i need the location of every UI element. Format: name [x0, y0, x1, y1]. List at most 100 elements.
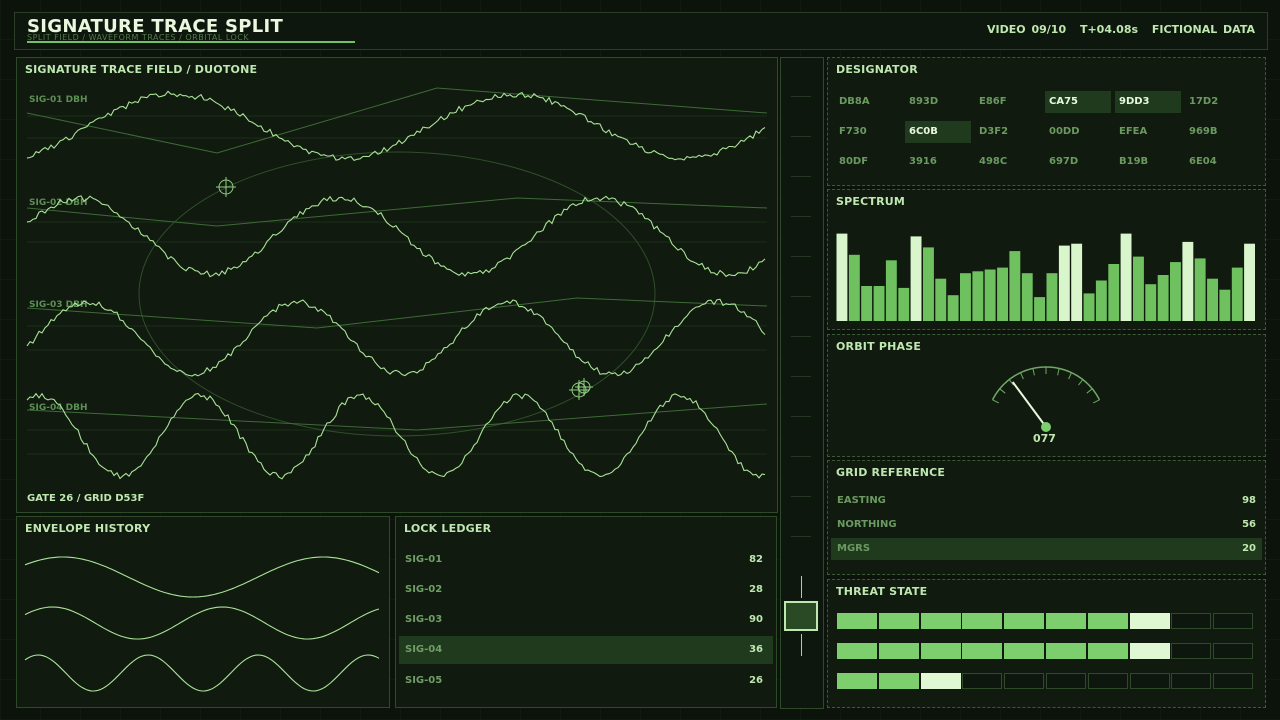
threat-segment — [1087, 673, 1128, 689]
designator-title: DESIGNATOR — [836, 63, 918, 76]
orbit-ellipse — [138, 151, 656, 437]
designator-code[interactable]: E86F — [975, 91, 1041, 113]
time-readout: T+04.08s — [1079, 23, 1139, 36]
designator-code[interactable]: D3F2 — [975, 121, 1041, 143]
ledger-row-sig-03[interactable]: SIG-03 90 — [399, 606, 773, 634]
header-status: VIDEO 09/10 T+04.08s FICTIONAL DATA — [979, 23, 1255, 36]
spectrum-bar — [1095, 280, 1107, 321]
ledger-row-sig-05[interactable]: SIG-05 26 — [399, 667, 773, 695]
rail-tick — [791, 256, 811, 257]
threat-segment — [1213, 613, 1254, 629]
designator-code[interactable]: 17D2 — [1185, 91, 1251, 113]
ledger-row-label: SIG-02 — [405, 584, 443, 595]
threat-segment — [1087, 643, 1128, 659]
spectrum-bar — [1120, 233, 1132, 321]
spectrum-bar — [1244, 243, 1255, 321]
threat-segment — [1129, 673, 1170, 689]
ledger-row-label: SIG-05 — [405, 675, 443, 686]
grid-row-easting[interactable]: EASTING 98 — [831, 490, 1262, 512]
designator-code[interactable]: 9DD3 — [1115, 91, 1181, 113]
designator-code[interactable]: 969B — [1185, 121, 1251, 143]
threat-segment — [962, 673, 1003, 689]
spectrum-panel: SPECTRUM — [827, 189, 1266, 330]
spectrum-bar — [1108, 264, 1120, 321]
lock-ledger-title: LOCK LEDGER — [404, 522, 492, 535]
spectrum-bar — [997, 267, 1008, 321]
threat-segment — [962, 643, 1003, 659]
ledger-row-value: 26 — [749, 675, 763, 686]
spectrum-bar — [1182, 241, 1194, 321]
envelope-history-panel: ENVELOPE HISTORY — [16, 516, 390, 708]
spectrum-bar — [1194, 258, 1206, 321]
spectrum-bar — [1009, 251, 1021, 321]
spectrum-bar — [1046, 273, 1058, 321]
threat-segment — [1046, 643, 1086, 659]
scroll-thumb[interactable] — [784, 601, 818, 631]
spectrum-bar — [1083, 293, 1095, 321]
threat-segment — [920, 613, 961, 629]
grid-row-value: 56 — [1242, 519, 1256, 530]
rail-tick — [791, 96, 811, 97]
grid-row-label: EASTING — [837, 495, 886, 506]
designator-code[interactable]: 3916 — [905, 151, 971, 173]
timeline-scrollbar[interactable] — [780, 57, 824, 709]
spectrum-bar — [1170, 262, 1181, 321]
grid-row-value: 20 — [1242, 543, 1256, 554]
designator-code[interactable]: DB8A — [835, 91, 901, 113]
designator-code[interactable]: EFEA — [1115, 121, 1181, 143]
designator-code[interactable]: 498C — [975, 151, 1041, 173]
spectrum-bar — [898, 287, 910, 321]
ledger-row-value: 90 — [749, 614, 763, 625]
header-bar: SIGNATURE TRACE SPLIT SPLIT FIELD / WAVE… — [14, 12, 1268, 50]
threat-segment — [1004, 643, 1045, 659]
threat-segment — [1004, 613, 1045, 629]
designator-code[interactable]: 6E04 — [1185, 151, 1251, 173]
threat-segment — [1171, 613, 1212, 629]
spectrum-bar — [873, 286, 885, 321]
trace-waveforms — [26, 87, 768, 480]
grid-row-label: NORTHING — [837, 519, 897, 530]
rail-tick — [791, 336, 811, 337]
spectrum-bar — [960, 273, 971, 321]
orbit-phase-value: 077 — [1033, 432, 1056, 445]
grid-row-northing[interactable]: NORTHING 56 — [831, 514, 1262, 536]
gauge-hub — [1041, 422, 1051, 432]
designator-code[interactable]: F730 — [835, 121, 901, 143]
designator-code[interactable]: CA75 — [1045, 91, 1111, 113]
spectrum-bar — [1058, 245, 1070, 321]
threat-segment — [920, 643, 961, 659]
spectrum-bar — [1207, 278, 1218, 321]
designator-code[interactable]: B19B — [1115, 151, 1181, 173]
link-line-4 — [26, 403, 768, 431]
gauge-ticks — [992, 367, 1100, 404]
designator-code[interactable]: 00DD — [1045, 121, 1111, 143]
threat-segment — [1171, 673, 1212, 689]
ledger-row-label: SIG-03 — [405, 614, 443, 625]
ledger-row-sig-02[interactable]: SIG-02 28 — [399, 576, 773, 604]
rail-tick — [791, 536, 811, 537]
ledger-row-sig-04[interactable]: SIG-04 36 — [399, 636, 773, 664]
designator-code[interactable]: 6C0B — [905, 121, 971, 143]
gauge-needle — [1011, 381, 1047, 428]
rail-guide-line — [801, 634, 802, 656]
spectrum-bar — [935, 278, 947, 321]
threat-state-panel: THREAT STATE — [827, 579, 1266, 708]
spectrum-bar — [1145, 284, 1157, 321]
designator-code[interactable]: 697D — [1045, 151, 1111, 173]
designator-code[interactable]: 80DF — [835, 151, 901, 173]
ledger-row-sig-01[interactable]: SIG-01 82 — [399, 546, 773, 574]
threat-segment — [1213, 643, 1254, 659]
threat-segment — [962, 613, 1003, 629]
rail-tick — [791, 456, 811, 457]
designator-code[interactable]: 893D — [905, 91, 971, 113]
threat-segment — [1004, 673, 1045, 689]
spectrum-bar — [861, 286, 873, 321]
spectrum-bar — [984, 269, 996, 321]
grid-row-mgrs[interactable]: MGRS 20 — [831, 538, 1262, 560]
threat-segment — [1213, 673, 1254, 689]
data-disclaimer: FICTIONAL DATA — [1151, 23, 1255, 36]
spectrum-bar — [923, 247, 934, 321]
spectrum-bar — [1071, 243, 1083, 321]
spectrum-bar — [1157, 275, 1169, 321]
threat-segment — [878, 613, 919, 629]
